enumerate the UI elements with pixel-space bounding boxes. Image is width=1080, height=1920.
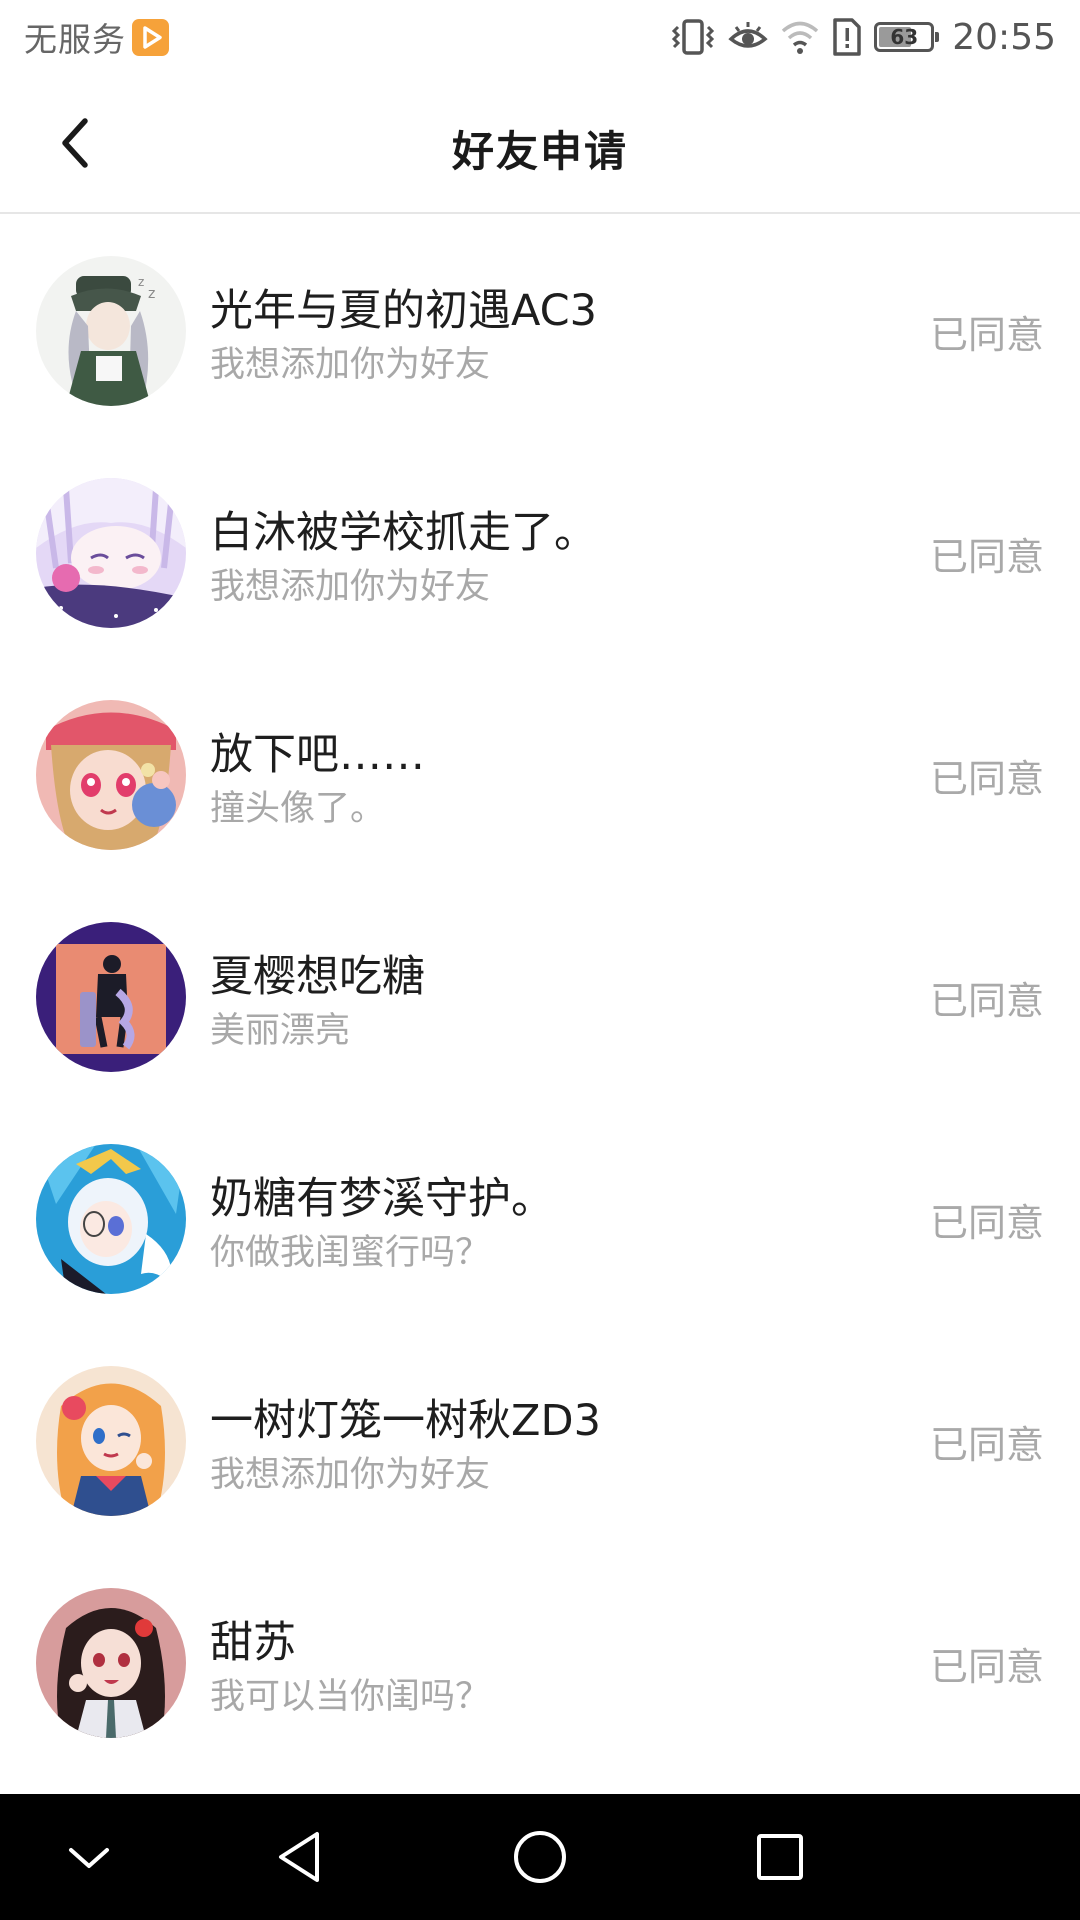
- avatar[interactable]: [36, 478, 186, 628]
- svg-text:z: z: [138, 275, 144, 289]
- avatar[interactable]: [36, 1366, 186, 1516]
- nav-back-button[interactable]: [265, 1822, 335, 1892]
- recents-square-icon: [757, 1834, 803, 1880]
- request-message: 美丽漂亮: [210, 1011, 351, 1051]
- svg-text:z: z: [148, 286, 155, 302]
- avatar[interactable]: z z: [36, 256, 186, 406]
- avatar[interactable]: [36, 700, 186, 850]
- request-item[interactable]: 甜苏 我可以当你闺吗？ 已同意: [0, 1552, 1080, 1774]
- avatar[interactable]: [36, 922, 186, 1072]
- nickname: 一树灯笼一树秋ZD3: [210, 1396, 601, 1446]
- accepted-status: 已同意: [929, 1645, 1044, 1689]
- nickname: 放下吧……: [210, 730, 425, 780]
- avatar[interactable]: [36, 1144, 186, 1294]
- friend-request-list: z z 光年与夏的初遇AC3 我想添加你为好友 已同意 白沐被学校抓走了。 我想…: [0, 220, 1080, 1774]
- hide-icon: [69, 1848, 109, 1868]
- back-triangle-icon: [279, 1832, 319, 1882]
- nickname: 夏樱想吃糖: [210, 952, 425, 1002]
- battery-level: 63: [890, 25, 919, 49]
- request-message: 你做我闺蜜行吗？: [210, 1233, 491, 1273]
- status-right: 63 20:55: [670, 12, 1056, 62]
- nickname: 甜苏: [210, 1618, 296, 1668]
- request-item[interactable]: 一树灯笼一树秋ZD3 我想添加你为好友 已同意: [0, 1330, 1080, 1552]
- nickname: 奶糖有梦溪守护。: [210, 1174, 554, 1224]
- play-badge-icon: [132, 18, 169, 56]
- battery-icon: 63: [874, 22, 940, 52]
- accepted-status: 已同意: [929, 979, 1044, 1023]
- carrier-label: 无服务: [24, 20, 126, 59]
- clock: 20:55: [952, 16, 1056, 58]
- avatar[interactable]: [36, 1588, 186, 1738]
- sim-alert-icon: [833, 18, 861, 56]
- eye-comfort-icon: [728, 22, 768, 48]
- accepted-status: 已同意: [929, 757, 1044, 801]
- nav-recents-button[interactable]: [745, 1822, 815, 1892]
- accepted-status: 已同意: [929, 1201, 1044, 1245]
- request-message: 我想添加你为好友: [210, 1455, 491, 1495]
- request-item[interactable]: 夏樱想吃糖 美丽漂亮 已同意: [0, 886, 1080, 1108]
- request-item[interactable]: 放下吧…… 撞头像了。 已同意: [0, 664, 1080, 886]
- request-message: 我想添加你为好友: [210, 345, 491, 385]
- accepted-status: 已同意: [929, 1423, 1044, 1467]
- request-item[interactable]: z z 光年与夏的初遇AC3 我想添加你为好友 已同意: [0, 220, 1080, 442]
- status-left: 无服务: [24, 14, 169, 60]
- header: 好友申请: [0, 74, 1080, 214]
- status-bar: 无服务 63 20:55: [0, 0, 1080, 74]
- nickname: 白沐被学校抓走了。: [210, 508, 597, 558]
- system-nav-bar: [0, 1794, 1080, 1920]
- request-message: 撞头像了。: [210, 789, 386, 829]
- accepted-status: 已同意: [929, 535, 1044, 579]
- request-message: 我想添加你为好友: [210, 567, 491, 607]
- wifi-icon: [782, 21, 819, 54]
- accepted-status: 已同意: [929, 313, 1044, 357]
- request-item[interactable]: 白沐被学校抓走了。 我想添加你为好友 已同意: [0, 442, 1080, 664]
- nickname: 光年与夏的初遇AC3: [210, 286, 598, 336]
- hide-nav-button[interactable]: [54, 1822, 124, 1892]
- vibrate-icon: [672, 19, 715, 55]
- page-title: 好友申请: [451, 127, 628, 176]
- home-circle-icon: [514, 1831, 566, 1883]
- request-message: 我可以当你闺吗？: [210, 1677, 491, 1717]
- request-item[interactable]: 奶糖有梦溪守护。 你做我闺蜜行吗？ 已同意: [0, 1108, 1080, 1330]
- nav-home-button[interactable]: [505, 1822, 575, 1892]
